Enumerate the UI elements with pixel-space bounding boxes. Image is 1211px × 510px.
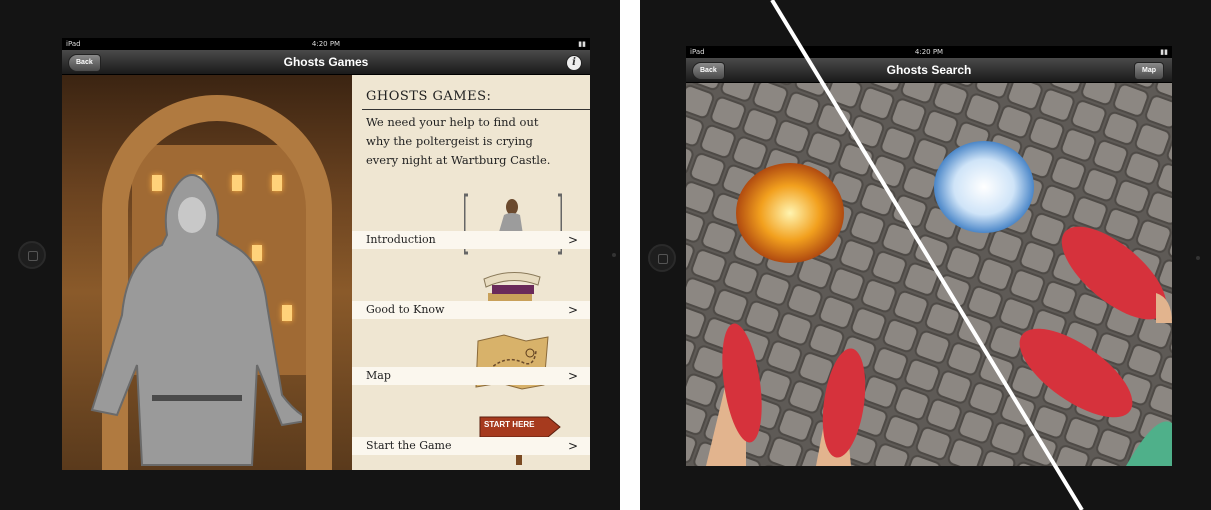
menu-item-good-to-know[interactable]: Good to Know >	[352, 301, 590, 319]
red-shoe	[1019, 328, 1133, 418]
ghosts-search-screen: iPad 4:20 PM ▮▮ Back Ghosts Search Map	[686, 46, 1172, 466]
battery-icon: ▮▮	[578, 40, 586, 48]
hooded-ghost-figure	[90, 174, 302, 466]
home-button[interactable]	[648, 244, 676, 272]
heading-divider	[362, 109, 590, 110]
menu-item-start-the-game[interactable]: Start the Game >	[352, 437, 590, 455]
status-time: 4:20 PM	[311, 40, 341, 48]
chevron-right-icon: >	[567, 233, 578, 247]
status-bar: iPad 4:20 PM ▮▮	[62, 38, 590, 50]
camera-dot	[612, 253, 616, 257]
ice-orb[interactable]	[934, 141, 1034, 233]
page-title: Ghosts Games	[283, 55, 369, 69]
menu-item-label: Map	[366, 369, 391, 382]
ghosts-games-screen: iPad 4:20 PM ▮▮ Back Ghosts Games i GHOS…	[62, 38, 590, 470]
info-button[interactable]: i	[566, 55, 582, 71]
games-content: GHOSTS GAMES: We need your help to find …	[62, 75, 590, 470]
page-title: Ghosts Search	[886, 63, 972, 77]
panel-intro-text: We need your help to find out why the po…	[366, 113, 584, 170]
menu-item-label: Start the Game	[366, 439, 452, 452]
games-panel: GHOSTS GAMES: We need your help to find …	[352, 75, 590, 470]
home-button[interactable]	[18, 241, 46, 269]
menu-item-label: Good to Know	[366, 303, 445, 316]
chevron-right-icon: >	[567, 439, 578, 453]
castle-courtyard-image	[62, 75, 352, 470]
chevron-right-icon: >	[567, 303, 578, 317]
status-time: 4:20 PM	[914, 48, 944, 56]
ar-overlays	[706, 141, 1172, 466]
menu-item-label: Introduction	[366, 233, 436, 246]
green-clothing	[1126, 421, 1172, 466]
ar-camera-view	[686, 83, 1172, 466]
intro-line: every night at Wartburg Castle.	[366, 153, 551, 167]
signpost-text: START HERE	[484, 420, 535, 429]
camera-dot	[1196, 256, 1200, 260]
battery-icon: ▮▮	[1160, 48, 1168, 56]
red-shoe	[1061, 226, 1167, 320]
status-bar: iPad 4:20 PM ▮▮	[686, 46, 1172, 58]
map-button[interactable]: Map	[1134, 62, 1164, 80]
menu-item-introduction[interactable]: Introduction >	[352, 231, 590, 249]
menu-item-map[interactable]: Map >	[352, 367, 590, 385]
chevron-right-icon: >	[567, 369, 578, 383]
panel-heading: GHOSTS GAMES:	[366, 89, 492, 104]
fire-orb[interactable]	[736, 163, 844, 263]
intro-line: why the poltergeist is crying	[366, 134, 533, 148]
navigation-bar: Back Ghosts Search Map	[686, 58, 1172, 83]
intro-line: We need your help to find out	[366, 115, 539, 129]
navigation-bar: Back Ghosts Games i	[62, 50, 590, 75]
